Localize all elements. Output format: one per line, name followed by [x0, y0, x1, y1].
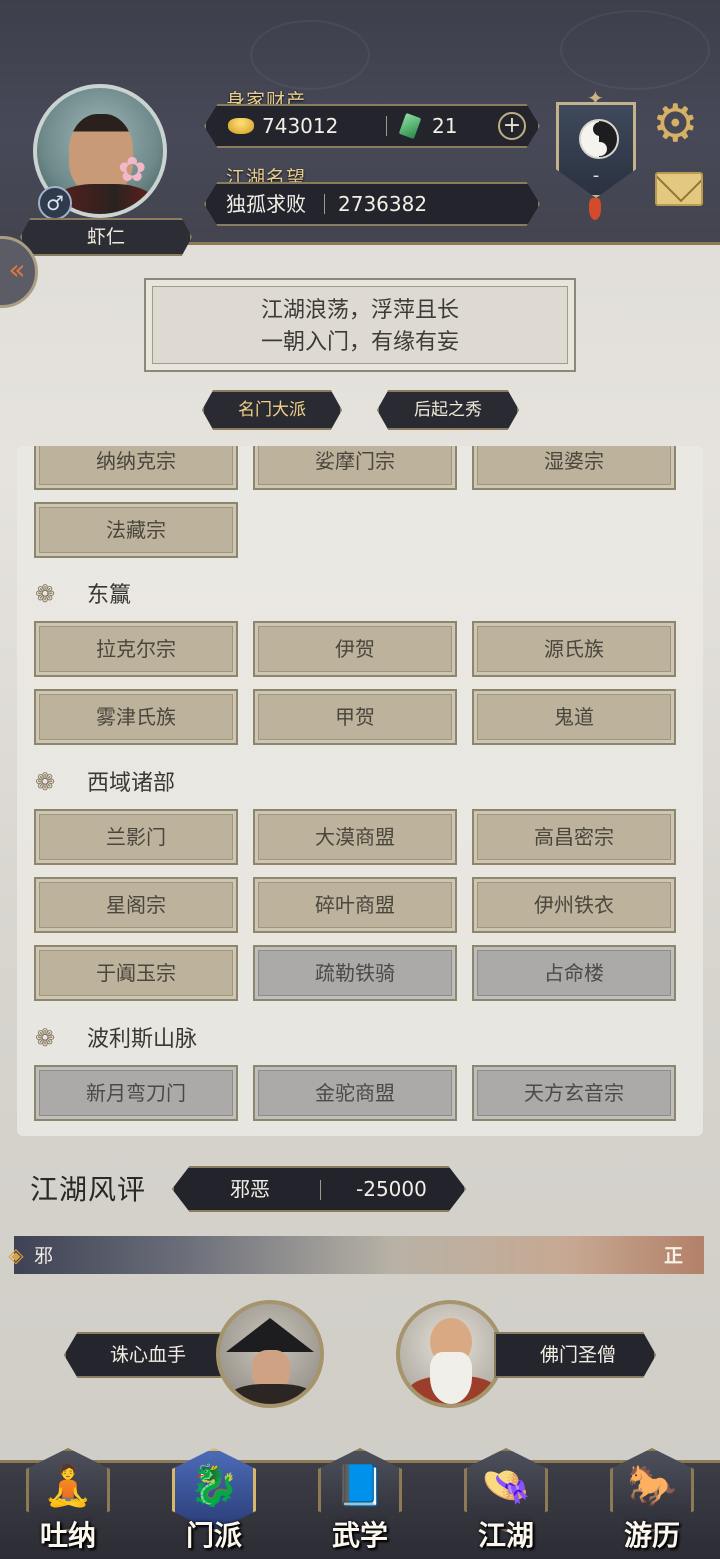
- nav-label: 游历: [623, 1519, 680, 1552]
- tab-famous-sects[interactable]: 名门大派: [202, 390, 342, 430]
- horse-glyph: 🐎: [627, 1463, 677, 1509]
- male-gender-icon: ♂: [38, 186, 72, 220]
- master-portrait-monk[interactable]: [396, 1300, 504, 1408]
- master-name-plate[interactable]: 佛门圣僧: [494, 1332, 656, 1378]
- cloud-decoration: [560, 10, 710, 90]
- gear-icon[interactable]: ⚙: [652, 96, 699, 152]
- reputation-pill: 邪恶 -25000: [172, 1166, 466, 1212]
- reputation-label: 邪恶: [230, 1177, 270, 1201]
- master-name-plate[interactable]: 诛心血手: [64, 1332, 234, 1378]
- gold-value: 743012: [262, 114, 339, 138]
- nav-label: 吐纳: [39, 1519, 96, 1552]
- nav-jianghu[interactable]: 👒 江湖: [456, 1448, 556, 1559]
- evil-end-label: 邪: [34, 1245, 54, 1267]
- lotus-icon: ✿: [118, 150, 147, 190]
- master-portrait-assassin[interactable]: [216, 1300, 324, 1408]
- reputation-marker-icon: ◈: [8, 1243, 24, 1267]
- taiji-icon: [579, 119, 619, 159]
- sect-button[interactable]: 甲贺: [253, 689, 457, 745]
- player-name: 虾仁: [20, 218, 192, 256]
- master-name: 诛心血手: [110, 1344, 187, 1366]
- sect-button[interactable]: 大漠商盟: [253, 809, 457, 865]
- wealth-pill: 743012 21 +: [204, 104, 540, 148]
- sect-button[interactable]: 源氏族: [472, 621, 676, 677]
- assassin-cloak: [230, 1384, 314, 1404]
- cloud-decoration: [250, 20, 370, 90]
- motto-line: 一朝入门，有缘有妄: [260, 330, 459, 355]
- flower-icon: ❁: [35, 580, 56, 608]
- nav-travel[interactable]: 🐎 游历: [602, 1448, 702, 1559]
- sect-button[interactable]: 拉克尔宗: [34, 621, 238, 677]
- monk-beard: [430, 1352, 472, 1404]
- sect-button[interactable]: 娑摩门宗: [253, 446, 457, 490]
- nav-label: 门派: [185, 1519, 242, 1552]
- sect-button[interactable]: 雾津氏族: [34, 689, 238, 745]
- nav-meditate[interactable]: 🧘 吐纳: [18, 1448, 118, 1559]
- mail-icon[interactable]: [655, 172, 703, 206]
- meditate-glyph: 🧘: [43, 1463, 93, 1509]
- sect-glyph: 🐉: [189, 1463, 239, 1509]
- reputation-title: 江湖风评: [30, 1173, 147, 1206]
- fame-rank: 独孤求败: [226, 192, 306, 216]
- fame-value: 2736382: [338, 192, 428, 216]
- flower-icon: ❁: [35, 1024, 56, 1052]
- jade-icon: [398, 112, 422, 140]
- sect-button[interactable]: 湿婆宗: [472, 446, 676, 490]
- region-name: 东籯: [87, 583, 132, 608]
- nav-label: 武学: [331, 1519, 388, 1552]
- sect-button[interactable]: 高昌密宗: [472, 809, 676, 865]
- book-glyph: 📘: [335, 1463, 385, 1509]
- jade-value: 21: [432, 114, 458, 138]
- master-name: 佛门圣僧: [540, 1344, 617, 1366]
- divider: [320, 1180, 321, 1200]
- region-header: ❁ 西域诸部: [35, 764, 175, 800]
- righteous-end-label: 正: [664, 1245, 684, 1267]
- bamboo-hat-icon: [226, 1318, 314, 1352]
- sect-list-panel[interactable]: 纳纳克宗 娑摩门宗 湿婆宗 法藏宗 ❁ 东籯 拉克尔宗 伊贺 源氏族 雾津氏族 甲…: [17, 446, 703, 1136]
- sect-button[interactable]: 鬼道: [472, 689, 676, 745]
- sect-button[interactable]: 纳纳克宗: [34, 446, 238, 490]
- gold-ingot-icon: [228, 118, 254, 134]
- sect-button[interactable]: 星阁宗: [34, 877, 238, 933]
- tab-rising-stars[interactable]: 后起之秀: [377, 390, 519, 430]
- sect-button[interactable]: 伊州铁衣: [472, 877, 676, 933]
- sect-button[interactable]: 法藏宗: [34, 502, 238, 558]
- motto-line: 江湖浪荡，浮萍且长: [260, 298, 459, 323]
- sect-button[interactable]: 碎叶商盟: [253, 877, 457, 933]
- region-header: ❁ 东籯: [35, 576, 131, 612]
- nav-sect[interactable]: 🐉 门派: [164, 1448, 264, 1559]
- reputation-bar: [14, 1236, 704, 1274]
- sect-button-locked[interactable]: 新月弯刀门: [34, 1065, 238, 1121]
- sect-button[interactable]: 兰影门: [34, 809, 238, 865]
- region-name: 波利斯山脉: [87, 1027, 198, 1052]
- fame-pill: 独孤求败 2736382: [204, 182, 540, 226]
- nav-martial-arts[interactable]: 📘 武学: [310, 1448, 410, 1559]
- motto-banner: 江湖浪荡，浮萍且长 一朝入门，有缘有妄: [144, 278, 576, 372]
- region-header: ❁ 波利斯山脉: [35, 1020, 197, 1056]
- add-currency-button[interactable]: +: [498, 112, 526, 140]
- sect-button-locked[interactable]: 占命楼: [472, 945, 676, 1001]
- region-name: 西域诸部: [87, 771, 176, 796]
- sect-button-locked[interactable]: 金驼商盟: [253, 1065, 457, 1121]
- flower-icon: ❁: [35, 768, 56, 796]
- sect-button[interactable]: 伊贺: [253, 621, 457, 677]
- reputation-value: -25000: [356, 1177, 427, 1201]
- nav-label: 江湖: [477, 1519, 534, 1552]
- sect-button-locked[interactable]: 天方玄音宗: [472, 1065, 676, 1121]
- hat-glyph: 👒: [481, 1463, 531, 1509]
- sect-button[interactable]: 于阗玉宗: [34, 945, 238, 1001]
- divider: [386, 116, 387, 136]
- sect-button-locked[interactable]: 疏勒铁骑: [253, 945, 457, 1001]
- tassel-icon: [589, 198, 601, 220]
- divider: [324, 194, 325, 214]
